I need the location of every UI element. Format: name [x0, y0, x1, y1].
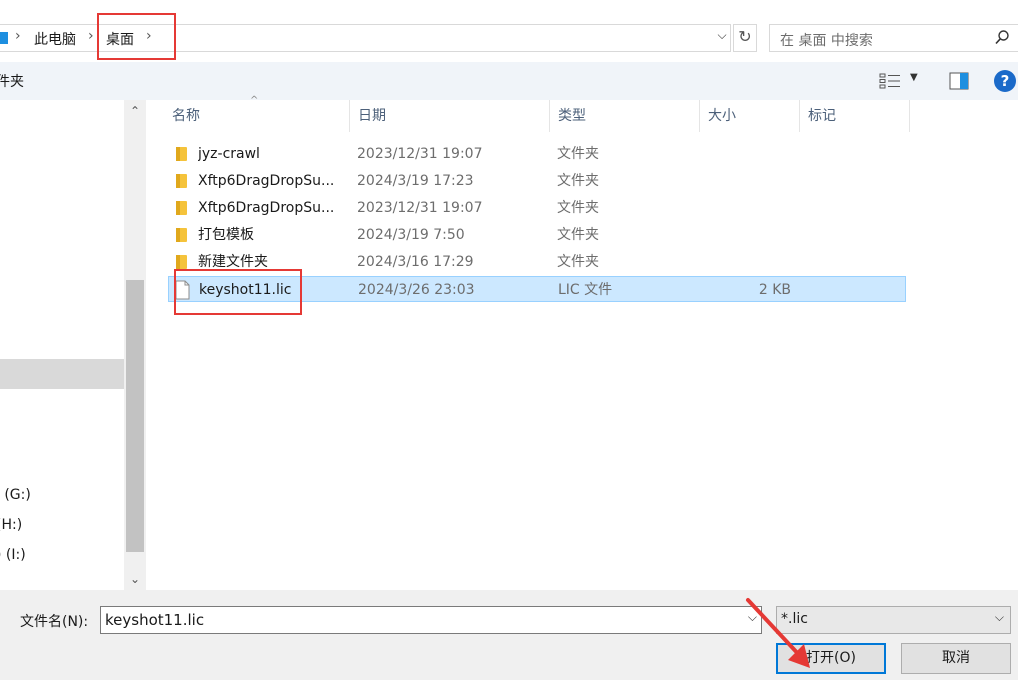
new-folder-button[interactable]: 件夹	[0, 71, 24, 91]
file-size: 2 KB	[758, 282, 791, 298]
chevron-right-icon[interactable]: ›	[15, 28, 21, 44]
refresh-button[interactable]: ↻	[733, 24, 757, 52]
file-name: jyz-crawl	[198, 146, 260, 162]
annotation-box-desktop	[97, 13, 176, 60]
search-icon	[995, 30, 1009, 45]
preview-pane-icon[interactable]	[949, 72, 969, 90]
file-row[interactable]: 打包模板 2024/3/19 7:50 文件夹	[168, 222, 906, 248]
folder-icon	[176, 174, 187, 188]
file-date: 2023/12/31 19:07	[357, 146, 483, 162]
file-type: 文件夹	[557, 200, 599, 216]
file-size	[698, 249, 790, 275]
view-options-icon[interactable]	[879, 73, 901, 89]
file-type: 文件夹	[557, 227, 599, 243]
view-dropdown-icon[interactable]: ▼	[910, 72, 918, 83]
help-icon[interactable]: ?	[994, 70, 1016, 92]
file-size	[698, 141, 790, 167]
annotation-arrow-icon	[746, 598, 810, 668]
nav-selected-item[interactable]	[0, 359, 124, 389]
nav-item-drive-i[interactable]: ) (I:)	[0, 547, 26, 563]
column-header-size[interactable]: 大小	[700, 100, 800, 132]
file-row[interactable]: Xftp6DragDropSu... 2024/3/19 17:23 文件夹	[168, 168, 906, 194]
scroll-down-icon[interactable]: ⌄	[124, 568, 146, 590]
breadcrumb-this-pc[interactable]: 此电脑	[34, 29, 76, 49]
pc-icon	[0, 32, 8, 44]
file-name: Xftp6DragDropSu...	[198, 173, 335, 189]
column-header-name[interactable]: 名称	[164, 100, 350, 132]
nav-item-drive-g[interactable]: l (G:)	[0, 487, 31, 503]
file-type: 文件夹	[557, 173, 599, 189]
column-header-date[interactable]: 日期	[350, 100, 550, 132]
folder-icon	[176, 147, 187, 161]
filename-field[interactable]: keyshot11.lic ⌵	[100, 606, 762, 634]
file-date: 2024/3/19 7:50	[357, 227, 465, 243]
filename-label: 文件名(N):	[20, 614, 89, 630]
file-size	[698, 222, 790, 248]
file-type: 文件夹	[557, 254, 599, 270]
folder-icon	[176, 228, 187, 242]
file-date: 2024/3/16 17:29	[357, 254, 474, 270]
file-type: 文件夹	[557, 146, 599, 162]
cancel-button[interactable]: 取消	[901, 643, 1011, 674]
column-header-tags[interactable]: 标记	[800, 100, 910, 132]
file-date: 2024/3/19 17:23	[357, 173, 474, 189]
file-date: 2024/3/26 23:03	[358, 282, 475, 298]
search-input[interactable]: 在 桌面 中搜索	[780, 30, 873, 50]
scroll-up-icon[interactable]: ⌃	[124, 100, 146, 122]
nav-item-drive-h[interactable]: (H:)	[0, 517, 22, 533]
annotation-box-file	[174, 269, 302, 315]
filename-value[interactable]: keyshot11.lic	[105, 611, 204, 629]
address-dropdown-icon[interactable]: ⌵	[714, 28, 730, 48]
search-box[interactable]: 在 桌面 中搜索	[769, 24, 1018, 52]
file-size	[698, 195, 790, 221]
chevron-right-icon[interactable]: ›	[88, 28, 94, 44]
folder-icon	[176, 201, 187, 215]
file-type: LIC 文件	[558, 282, 613, 298]
chevron-down-icon[interactable]: ⌵	[995, 610, 1004, 625]
nav-scrollbar-thumb[interactable]	[126, 280, 144, 552]
file-row[interactable]: jyz-crawl 2023/12/31 19:07 文件夹	[168, 141, 906, 167]
toolbar: 件夹 ▼ ?	[0, 62, 1018, 100]
file-row[interactable]: Xftp6DragDropSu... 2023/12/31 19:07 文件夹	[168, 195, 906, 221]
file-name: 打包模板	[198, 227, 254, 243]
file-name: Xftp6DragDropSu...	[198, 200, 335, 216]
file-size	[698, 168, 790, 194]
column-header-type[interactable]: 类型	[550, 100, 700, 132]
file-date: 2023/12/31 19:07	[357, 200, 483, 216]
folder-icon	[176, 255, 187, 269]
